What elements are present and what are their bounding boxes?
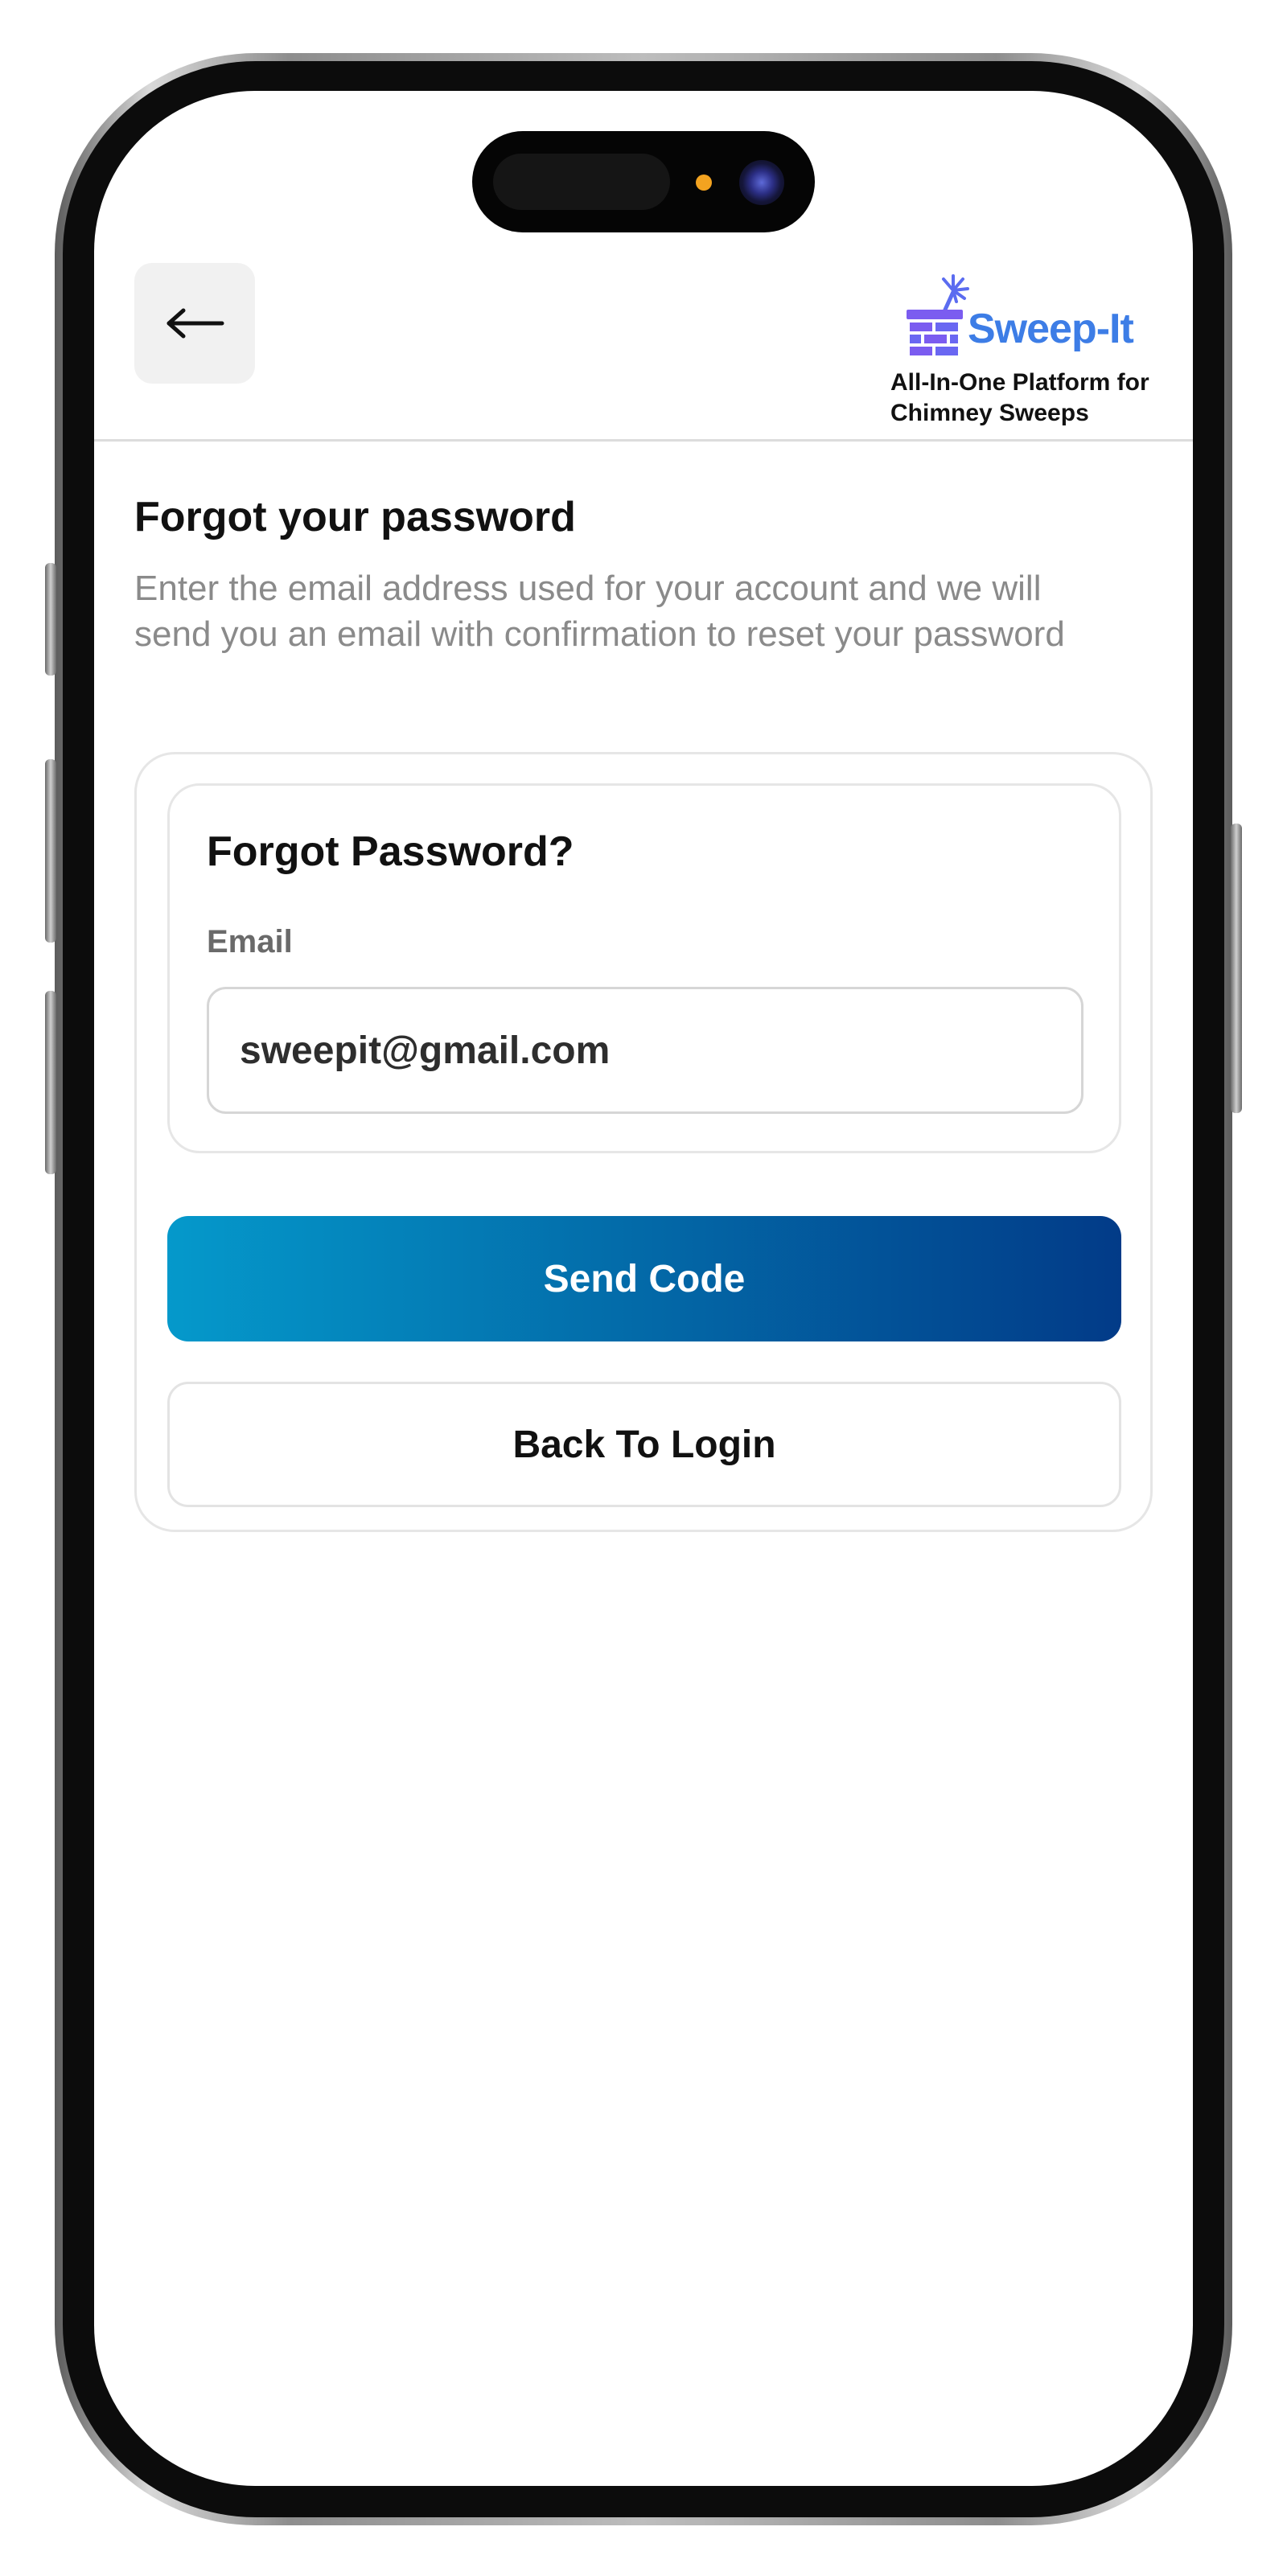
email-input[interactable]	[207, 987, 1083, 1114]
header-divider	[94, 439, 1193, 442]
chimney-brush-icon	[907, 274, 969, 355]
email-label: Email	[207, 924, 293, 959]
app-screen: Sweep-It All-In-One Platform for Chimney…	[94, 91, 1193, 2486]
email-form-card: Forgot Password? Email	[167, 783, 1121, 1153]
brand-tagline: All-In-One Platform for Chimney Sweeps	[890, 369, 1149, 426]
reset-password-card: Forgot Password? Email Send Code Back To…	[134, 752, 1153, 1532]
logo-row: Sweep-It	[907, 273, 1164, 361]
brand-logo: Sweep-It All-In-One Platform for Chimney…	[890, 273, 1164, 426]
form-title: Forgot Password?	[207, 828, 574, 875]
back-button[interactable]	[134, 263, 255, 384]
arrow-left-icon	[167, 308, 224, 339]
volume-down-button	[45, 991, 56, 1174]
dynamic-island	[472, 131, 815, 232]
island-sensor	[493, 154, 670, 210]
page-title: Forgot your password	[134, 494, 576, 540]
brand-name: Sweep-It	[968, 306, 1134, 352]
back-to-login-button[interactable]: Back To Login	[167, 1382, 1121, 1507]
volume-up-button	[45, 759, 56, 943]
action-button	[45, 563, 56, 676]
privacy-indicator-dot	[696, 175, 712, 191]
page-description: Enter the email address used for your ac…	[134, 569, 1065, 654]
front-camera	[739, 160, 784, 205]
send-code-button[interactable]: Send Code	[167, 1216, 1121, 1341]
power-button	[1231, 824, 1242, 1113]
